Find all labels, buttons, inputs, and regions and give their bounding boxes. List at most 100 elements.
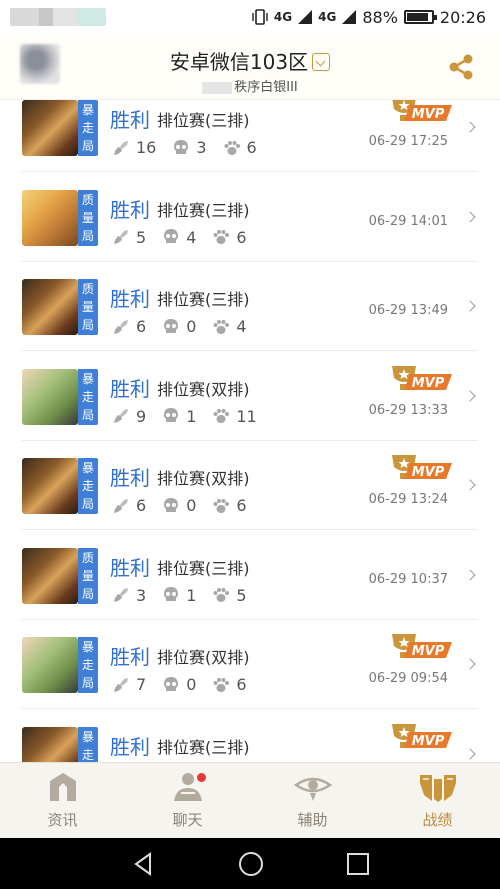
assists-value: 6 <box>236 227 247 247</box>
mvp-label: MVP <box>412 376 445 391</box>
match-result: 胜利 <box>110 466 150 490</box>
assists-value: 6 <box>236 675 247 694</box>
match-row[interactable]: 暴走局胜利 排位赛(双排) 9 1 11 06-29 13:33 MVP <box>0 352 500 441</box>
kda-stats: 3 1 5 <box>112 586 263 605</box>
record-icon <box>419 775 456 802</box>
chevron-right-icon[interactable] <box>464 568 476 581</box>
share-icon[interactable] <box>446 52 476 82</box>
hero-portrait <box>22 637 78 693</box>
home-icon[interactable] <box>237 850 265 878</box>
match-result: 胜利 <box>110 197 150 222</box>
chat-badge <box>197 773 206 782</box>
match-row[interactable]: 暴走局胜利排位赛(三排) MVP <box>0 710 500 762</box>
rank-label: 秩序白银III <box>0 76 500 95</box>
kills-value: 5 <box>136 227 147 247</box>
kills-stat: 5 <box>112 228 146 247</box>
kda-stats: 5 4 6 <box>112 228 263 247</box>
chevron-right-icon[interactable] <box>464 747 476 760</box>
deaths-value: 4 <box>186 227 197 247</box>
kills-value: 16 <box>136 138 157 157</box>
assists-value: 6 <box>236 496 247 515</box>
assists-icon <box>213 409 230 423</box>
kda-stats: 16 3 6 <box>112 138 273 157</box>
dropdown-icon[interactable] <box>312 52 331 71</box>
deaths-stat: 0 <box>162 675 196 694</box>
assists-icon <box>224 140 240 155</box>
hero-portrait <box>22 279 78 335</box>
kda-stats: 7 0 6 <box>112 675 263 694</box>
deaths-value: 0 <box>186 675 197 694</box>
signal-icon-2 <box>342 10 357 24</box>
deaths-stat: 0 <box>162 496 196 515</box>
match-row[interactable]: 质量局胜利 排位赛(三排) 6 0 4 06-29 13:49 <box>0 262 500 351</box>
server-selector[interactable]: 安卓微信103区 <box>0 46 500 75</box>
kills-value: 7 <box>136 675 147 694</box>
status-bar: 4G 4G 88% 20:26 <box>0 0 500 34</box>
kills-value: 6 <box>136 317 147 336</box>
kills-stat: 3 <box>112 586 146 605</box>
match-row[interactable]: 暴走局胜利 排位赛(双排) 6 0 6 06-29 13:24 MVP <box>0 441 500 530</box>
battery-icon <box>403 10 437 24</box>
assists-stat: 6 <box>212 675 247 694</box>
assists-icon <box>213 677 230 692</box>
recents-icon[interactable] <box>346 852 370 876</box>
chevron-right-icon[interactable] <box>464 389 476 402</box>
mode-tag: 暴走局 <box>78 368 98 425</box>
blurred-notifications <box>10 8 106 26</box>
mvp-badge-icon: MVP <box>392 455 452 480</box>
chevron-right-icon[interactable] <box>464 300 476 312</box>
hero-portrait <box>22 458 78 514</box>
deaths-stat: 3 <box>172 138 207 157</box>
chevron-right-icon[interactable] <box>464 658 476 670</box>
kills-stat: 9 <box>112 407 146 426</box>
deaths-icon <box>164 408 179 422</box>
deaths-icon <box>174 139 189 154</box>
match-row[interactable]: 质量局胜利 排位赛(三排) 3 1 5 06-29 10:37 <box>0 531 500 620</box>
assists-stat: 6 <box>212 227 247 247</box>
assists-value: 6 <box>246 138 257 157</box>
app-header: 安卓微信103区 秩序白银III <box>0 34 500 100</box>
deaths-value: 0 <box>186 317 197 336</box>
nav-news[interactable]: 资讯 <box>0 763 125 838</box>
chevron-right-icon[interactable] <box>464 479 476 491</box>
assists-stat: 11 <box>212 407 257 426</box>
match-time: 06-29 13:24 <box>368 492 448 507</box>
chevron-right-icon[interactable] <box>464 210 476 223</box>
kills-icon <box>114 588 128 602</box>
nav-chat[interactable]: 聊天 <box>125 763 250 838</box>
bottom-nav: 资讯 聊天 辅助 战绩 <box>0 762 500 838</box>
assists-icon <box>213 498 230 513</box>
nav-assist[interactable]: 辅助 <box>250 763 375 838</box>
hero-portrait <box>22 547 78 604</box>
kills-value: 9 <box>136 406 147 426</box>
kills-icon <box>114 409 128 423</box>
deaths-stat: 1 <box>162 407 196 426</box>
match-list[interactable]: 暴走局胜利 排位赛(三排) 16 3 6 06-29 17:25 MVP 质量局胜利 排位赛(三… <box>0 100 500 762</box>
kills-icon <box>114 498 128 513</box>
match-row[interactable]: 暴走局胜利 排位赛(双排) 7 0 6 06-29 09:54 MVP <box>0 620 500 709</box>
back-icon[interactable] <box>130 851 156 877</box>
match-type: 排位赛(三排) <box>157 737 250 757</box>
kills-icon <box>114 230 128 244</box>
match-result: 胜利 <box>110 376 150 401</box>
mode-tag: 暴走局 <box>78 637 98 693</box>
deaths-value: 0 <box>186 496 197 515</box>
mode-tag: 暴走局 <box>78 458 98 514</box>
kills-icon <box>114 140 128 155</box>
mvp-label: MVP <box>412 107 445 122</box>
match-row[interactable]: 暴走局胜利 排位赛(三排) 16 3 6 06-29 17:25 MVP <box>0 100 500 172</box>
nav-record[interactable]: 战绩 <box>375 763 500 838</box>
match-time: 06-29 10:37 <box>368 571 448 587</box>
assists-stat: 5 <box>212 585 247 605</box>
deaths-icon <box>164 676 179 691</box>
deaths-stat: 0 <box>162 317 196 336</box>
vibrate-icon <box>252 9 268 25</box>
assists-value: 5 <box>236 585 247 605</box>
assist-icon <box>293 777 332 801</box>
match-row[interactable]: 质量局胜利 排位赛(三排) 5 4 6 06-29 14:01 <box>0 173 500 262</box>
match-time: 06-29 14:01 <box>368 213 448 229</box>
mvp-label: MVP <box>412 734 445 749</box>
chevron-right-icon[interactable] <box>464 121 476 133</box>
mvp-badge-icon: MVP <box>392 100 452 122</box>
match-type: 排位赛(双排) <box>157 648 250 667</box>
